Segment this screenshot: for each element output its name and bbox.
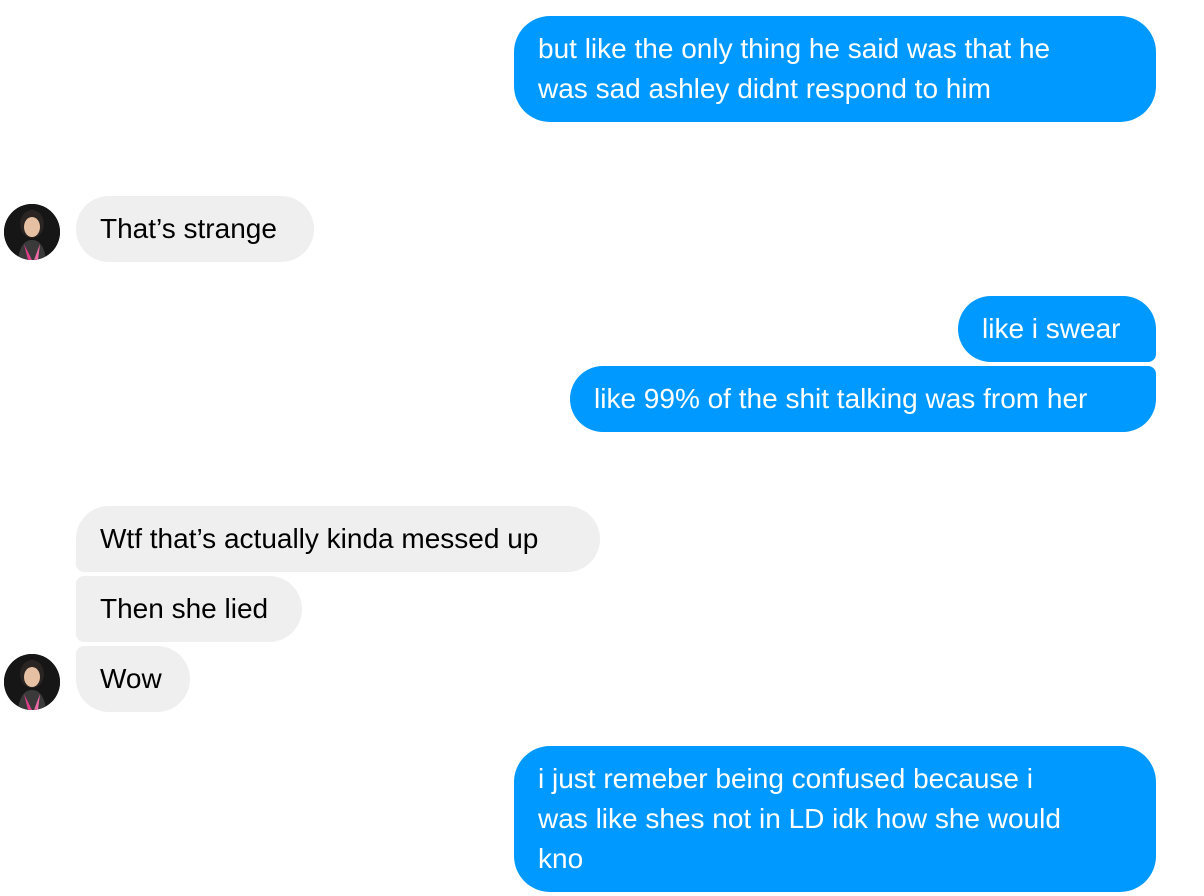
incoming-message-bubble[interactable]: Wtf that’s actually kinda messed up <box>76 506 600 572</box>
incoming-message-bubble[interactable]: That’s strange <box>76 196 314 262</box>
outgoing-message-bubble[interactable]: but like the only thing he said was that… <box>514 16 1156 122</box>
contact-avatar-icon <box>4 204 60 260</box>
contact-avatar[interactable] <box>4 654 60 710</box>
contact-avatar-icon <box>4 654 60 710</box>
outgoing-message-bubble[interactable]: like 99% of the shit talking was from he… <box>570 366 1156 432</box>
outgoing-message-bubble[interactable]: like i swear <box>958 296 1156 362</box>
outgoing-message-bubble[interactable]: i just remeber being confused because i … <box>514 746 1156 892</box>
incoming-message-bubble[interactable]: Wow <box>76 646 190 712</box>
incoming-message-bubble[interactable]: Then she lied <box>76 576 302 642</box>
contact-avatar[interactable] <box>4 204 60 260</box>
